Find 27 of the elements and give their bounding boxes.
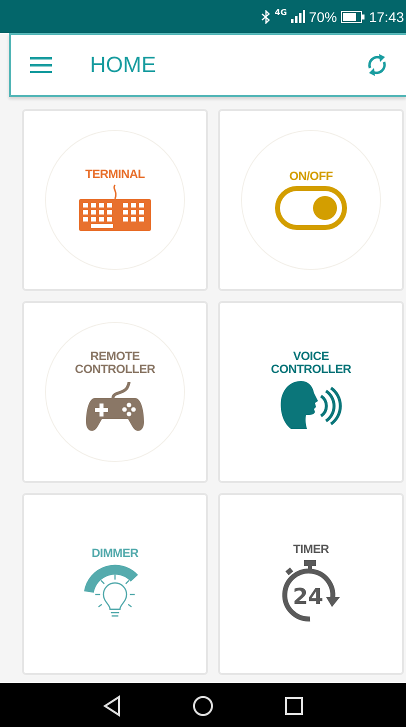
menu-icon[interactable] [30,57,52,73]
battery-icon [340,10,365,22]
recents-icon[interactable] [284,696,304,716]
keyboard-icon [77,184,153,232]
tile-card[interactable]: DIMMER [22,493,208,675]
tile-card[interactable]: TERMINAL [22,109,208,291]
gamepad-icon [85,380,145,434]
back-icon[interactable] [102,694,122,716]
tile-card[interactable]: VOICE CONTROLLER [218,301,404,483]
tile-label: REMOTE CONTROLLER [74,350,156,376]
tile-card[interactable]: TIMER 24 [218,493,404,675]
network-type: 4G [274,8,287,17]
refresh-icon[interactable] [366,53,388,77]
clock: 17:43 [368,8,404,24]
tile-label: DIMMER [92,546,138,560]
tile-card[interactable]: ON/OFF [218,109,404,291]
toggle-icon [275,186,347,230]
tile-label: ON/OFF [289,170,333,182]
tile-label: VOICE CONTROLLER [270,350,352,376]
tile-label: TERMINAL [85,168,145,180]
signal-icon [290,10,305,23]
page-title: HOME [90,52,157,78]
battery-percent: 70% [308,8,337,24]
bluetooth-icon [260,10,271,24]
tile-card[interactable]: REMOTE CONTROLLER [22,301,208,483]
tile-label: TIMER [293,542,329,556]
home-icon[interactable] [192,694,214,716]
